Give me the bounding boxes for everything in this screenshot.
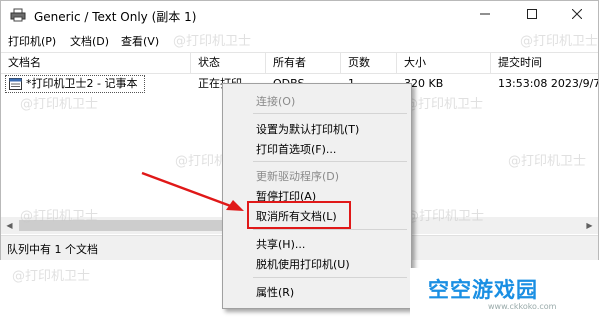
submitted-cell: 13:53:08 2023/9/7	[498, 77, 598, 90]
highlight-box	[247, 201, 351, 229]
menu-separator	[253, 161, 407, 162]
brand-url: www.ckkoko.com	[488, 302, 557, 311]
scroll-left-icon[interactable]: ◀	[1, 217, 18, 234]
context-menu: 连接(O) 设置为默认打印机(T) 打印首选项(F)... 更新驱动程序(D) …	[222, 83, 412, 309]
maximize-icon	[526, 9, 537, 19]
printer-icon	[10, 8, 26, 22]
maximize-button[interactable]	[509, 1, 554, 30]
column-header-pages[interactable]: 页数	[341, 53, 397, 73]
minimize-icon	[479, 13, 490, 15]
menu-item-preferences[interactable]: 打印首选项(F)...	[256, 141, 336, 157]
menu-printer[interactable]: 打印机(P)	[8, 33, 56, 49]
document-name: *打印机卫士2 - 记事本	[26, 77, 138, 90]
close-icon	[571, 8, 582, 20]
list-header: 文档名 状态 所有者 页数 大小 提交时间	[1, 53, 598, 74]
window-title: Generic / Text Only (副本 1)	[34, 10, 197, 24]
menu-item-set-default[interactable]: 设置为默认打印机(T)	[256, 121, 359, 137]
menu-separator	[253, 113, 407, 114]
minimize-button[interactable]	[462, 1, 507, 30]
brand-logo: 空空游戏园 www.ckkoko.com	[410, 268, 600, 317]
menu-document[interactable]: 文档(D)	[70, 33, 109, 49]
scroll-right-icon[interactable]: ▶	[581, 217, 598, 234]
brand-name: 空空游戏园	[428, 278, 538, 302]
menu-item-share[interactable]: 共享(H)...	[256, 236, 305, 252]
column-header-owner[interactable]: 所有者	[266, 53, 341, 73]
red-arrow-annotation	[141, 171, 244, 211]
title-bar[interactable]: Generic / Text Only (副本 1)	[1, 1, 598, 30]
menu-view[interactable]: 查看(V)	[121, 33, 159, 49]
notepad-icon	[9, 78, 22, 90]
watermark: @打印机卫士	[12, 269, 91, 284]
menu-item-properties[interactable]: 属性(R)	[256, 284, 294, 300]
menu-separator	[253, 229, 407, 230]
close-button[interactable]	[554, 1, 599, 30]
column-header-submitted[interactable]: 提交时间	[491, 53, 598, 73]
menu-separator	[253, 277, 407, 278]
menu-item-connect[interactable]: 连接(O)	[256, 93, 295, 109]
status-text: 队列中有 1 个文档	[7, 243, 98, 256]
menu-item-update-driver[interactable]: 更新驱动程序(D)	[256, 168, 339, 184]
document-cell[interactable]: *打印机卫士2 - 记事本	[5, 75, 145, 93]
column-header-status[interactable]: 状态	[191, 53, 266, 73]
column-header-size[interactable]: 大小	[397, 53, 491, 73]
column-header-document[interactable]: 文档名	[1, 53, 191, 73]
menu-item-offline[interactable]: 脱机使用打印机(U)	[256, 256, 350, 272]
menu-bar: 打印机(P) 文档(D) 查看(V)	[1, 30, 598, 50]
